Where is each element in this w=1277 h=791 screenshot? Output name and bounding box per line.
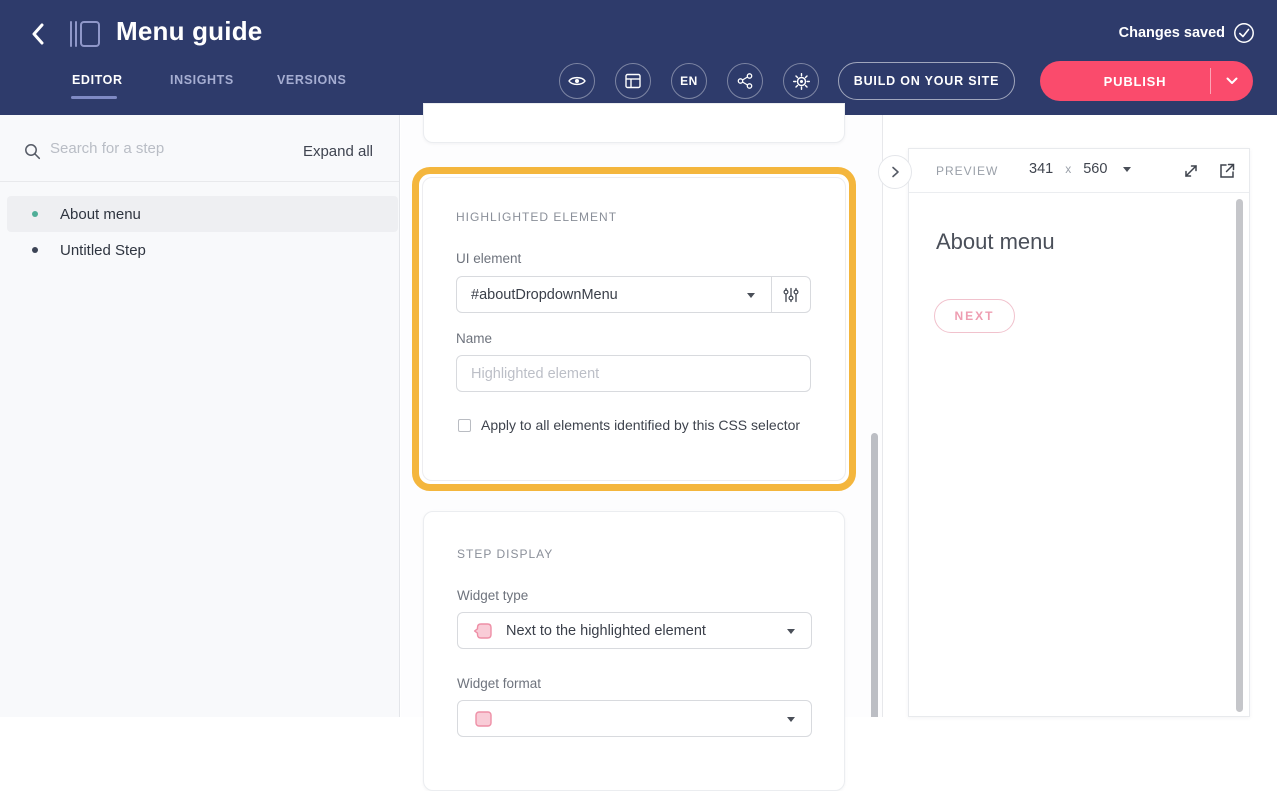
open-in-new-window-button[interactable] (1217, 161, 1237, 181)
saved-check-icon (1233, 22, 1255, 44)
language-button[interactable]: EN (671, 63, 707, 99)
chevron-down-icon (787, 717, 795, 722)
previous-settings-card-partial (423, 103, 845, 143)
build-on-your-site-button[interactable]: BUILD ON YOUR SITE (838, 62, 1015, 100)
settings-gear-button[interactable] (783, 63, 819, 99)
collapse-preview-button[interactable] (878, 155, 912, 189)
chevron-down-icon (1226, 77, 1238, 85)
ui-element-value: #aboutDropdownMenu (471, 287, 618, 303)
layout-button[interactable] (615, 63, 651, 99)
section-title: HIGHLIGHTED ELEMENT (456, 210, 617, 224)
back-button[interactable] (24, 19, 52, 49)
chevron-down-icon (787, 629, 795, 634)
tooltip-bubble-icon (472, 621, 493, 641)
viewport-size-dropdown[interactable]: 341 x 560 (1029, 161, 1131, 177)
preview-scrollbar-thumb[interactable] (1236, 199, 1243, 712)
step-search-row: Expand all (0, 115, 399, 182)
step-search-input[interactable] (50, 133, 280, 163)
preview-next-button[interactable]: NEXT (934, 299, 1015, 333)
expand-all-link[interactable]: Expand all (303, 143, 373, 160)
widget-format-icon (472, 709, 493, 729)
page-title: Menu guide (116, 16, 262, 47)
tab-versions[interactable]: VERSIONS (277, 73, 346, 87)
element-selector-settings-button[interactable] (771, 277, 810, 312)
name-label: Name (456, 331, 492, 346)
highlighted-element-selection-outline: HIGHLIGHTED ELEMENT UI element #aboutDro… (412, 167, 856, 491)
editor-panel: HIGHLIGHTED ELEMENT UI element #aboutDro… (401, 115, 882, 717)
external-link-icon (1217, 161, 1237, 181)
changes-saved-status: Changes saved (1119, 25, 1225, 41)
sliders-icon (783, 287, 799, 303)
step-item-untitled-step[interactable]: Untitled Step (7, 232, 398, 268)
active-tab-underline (71, 96, 117, 99)
language-label: EN (680, 74, 698, 88)
element-name-input[interactable] (456, 355, 811, 392)
flow-logo-icon (70, 17, 110, 51)
apply-all-checkbox[interactable] (458, 419, 471, 432)
step-label: About menu (60, 206, 141, 223)
dimension-separator: x (1065, 162, 1071, 176)
top-bar: Menu guide EDITOR INSIGHTS VERSIONS EN (0, 0, 1277, 115)
viewport-width: 341 (1029, 161, 1053, 177)
tab-insights[interactable]: INSIGHTS (170, 73, 234, 87)
publish-dropdown-toggle[interactable] (1211, 77, 1253, 85)
widget-type-value: Next to the highlighted element (506, 623, 706, 639)
widget-type-select[interactable]: Next to the highlighted element (458, 613, 811, 648)
preview-header: PREVIEW 341 x 560 (909, 149, 1249, 193)
section-title: STEP DISPLAY (457, 547, 553, 561)
step-bullet-icon (32, 211, 38, 217)
preview-panel: PREVIEW 341 x 560 (908, 148, 1250, 717)
step-display-card: STEP DISPLAY Widget type Next to the hig… (423, 511, 845, 791)
share-button[interactable] (727, 63, 763, 99)
chevron-down-icon (1123, 167, 1131, 172)
publish-button[interactable]: PUBLISH (1040, 61, 1253, 101)
expand-preview-button[interactable] (1181, 161, 1201, 181)
resize-arrows-icon (1181, 161, 1201, 181)
tab-editor[interactable]: EDITOR (72, 73, 123, 87)
step-label: Untitled Step (60, 242, 146, 259)
step-bullet-icon (32, 247, 38, 253)
preview-title: PREVIEW (936, 164, 998, 178)
chevron-down-icon (747, 293, 755, 298)
preview-step-title: About menu (936, 229, 1055, 255)
ui-element-select[interactable]: #aboutDropdownMenu (457, 277, 771, 312)
apply-all-checkbox-label: Apply to all elements identified by this… (481, 417, 800, 433)
steps-sidebar: Expand all About menu Untitled Step (0, 115, 400, 717)
editor-scrollbar-thumb[interactable] (871, 433, 878, 717)
widget-format-label: Widget format (457, 676, 541, 691)
step-item-about-menu[interactable]: About menu (7, 196, 398, 232)
widget-type-label: Widget type (457, 588, 528, 603)
chevron-right-icon (891, 166, 900, 178)
viewport-height: 560 (1083, 161, 1107, 177)
publish-label: PUBLISH (1040, 74, 1210, 89)
highlighted-element-card: HIGHLIGHTED ELEMENT UI element #aboutDro… (422, 177, 846, 481)
preview-eye-button[interactable] (559, 63, 595, 99)
widget-format-select[interactable] (458, 701, 811, 736)
search-icon (24, 143, 41, 160)
ui-element-label: UI element (456, 251, 521, 266)
